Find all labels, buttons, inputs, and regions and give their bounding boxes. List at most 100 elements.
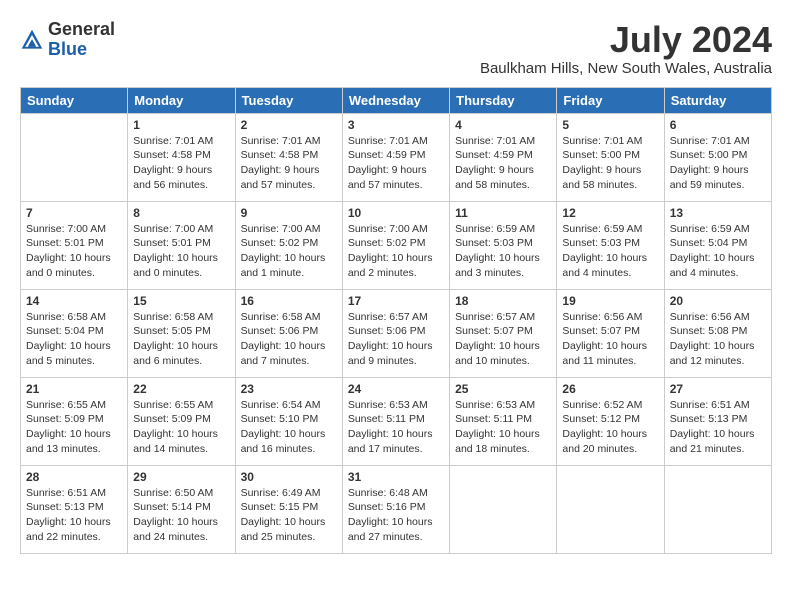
sunrise-label: Sunrise: 7:01 AM [241, 135, 321, 147]
sunrise-label: Sunrise: 6:48 AM [348, 487, 428, 499]
table-row: 20Sunrise: 6:56 AMSunset: 5:08 PMDayligh… [664, 289, 771, 377]
table-row: 13Sunrise: 6:59 AMSunset: 5:04 PMDayligh… [664, 201, 771, 289]
col-wednesday: Wednesday [342, 87, 449, 113]
sunrise-label: Sunrise: 7:01 AM [133, 135, 213, 147]
sunset-label: Sunset: 5:08 PM [670, 325, 748, 337]
day-info: Sunrise: 7:00 AMSunset: 5:02 PMDaylight:… [348, 222, 444, 281]
logo-icon [20, 28, 44, 52]
sunrise-label: Sunrise: 6:50 AM [133, 487, 213, 499]
table-row: 30Sunrise: 6:49 AMSunset: 5:15 PMDayligh… [235, 465, 342, 553]
calendar-week-1: 1Sunrise: 7:01 AMSunset: 4:58 PMDaylight… [21, 113, 772, 201]
table-row: 8Sunrise: 7:00 AMSunset: 5:01 PMDaylight… [128, 201, 235, 289]
day-number: 14 [26, 294, 122, 308]
day-info: Sunrise: 6:58 AMSunset: 5:04 PMDaylight:… [26, 310, 122, 369]
day-number: 12 [562, 206, 658, 220]
daylight-label: Daylight: 10 hours and 0 minutes. [26, 252, 111, 279]
daylight-label: Daylight: 10 hours and 27 minutes. [348, 516, 433, 543]
sunset-label: Sunset: 5:13 PM [26, 501, 104, 513]
sunset-label: Sunset: 5:16 PM [348, 501, 426, 513]
sunset-label: Sunset: 5:06 PM [348, 325, 426, 337]
day-number: 4 [455, 118, 551, 132]
sunset-label: Sunset: 5:03 PM [455, 237, 533, 249]
table-row: 16Sunrise: 6:58 AMSunset: 5:06 PMDayligh… [235, 289, 342, 377]
sunset-label: Sunset: 4:59 PM [348, 149, 426, 161]
col-tuesday: Tuesday [235, 87, 342, 113]
calendar-table: Sunday Monday Tuesday Wednesday Thursday… [20, 87, 772, 554]
day-number: 25 [455, 382, 551, 396]
day-number: 2 [241, 118, 337, 132]
table-row [557, 465, 664, 553]
daylight-label: Daylight: 10 hours and 6 minutes. [133, 340, 218, 367]
table-row: 1Sunrise: 7:01 AMSunset: 4:58 PMDaylight… [128, 113, 235, 201]
daylight-label: Daylight: 10 hours and 4 minutes. [670, 252, 755, 279]
daylight-label: Daylight: 10 hours and 1 minute. [241, 252, 326, 279]
daylight-label: Daylight: 10 hours and 21 minutes. [670, 428, 755, 455]
daylight-label: Daylight: 9 hours and 57 minutes. [348, 164, 427, 191]
sunset-label: Sunset: 5:01 PM [133, 237, 211, 249]
col-sunday: Sunday [21, 87, 128, 113]
table-row: 19Sunrise: 6:56 AMSunset: 5:07 PMDayligh… [557, 289, 664, 377]
sunrise-label: Sunrise: 7:01 AM [670, 135, 750, 147]
sunset-label: Sunset: 5:07 PM [455, 325, 533, 337]
calendar-header-row: Sunday Monday Tuesday Wednesday Thursday… [21, 87, 772, 113]
daylight-label: Daylight: 10 hours and 25 minutes. [241, 516, 326, 543]
table-row [450, 465, 557, 553]
day-info: Sunrise: 7:01 AMSunset: 4:59 PMDaylight:… [455, 134, 551, 193]
col-saturday: Saturday [664, 87, 771, 113]
day-info: Sunrise: 7:00 AMSunset: 5:02 PMDaylight:… [241, 222, 337, 281]
daylight-label: Daylight: 10 hours and 10 minutes. [455, 340, 540, 367]
day-number: 31 [348, 470, 444, 484]
col-thursday: Thursday [450, 87, 557, 113]
sunrise-label: Sunrise: 6:59 AM [562, 223, 642, 235]
day-info: Sunrise: 6:59 AMSunset: 5:03 PMDaylight:… [455, 222, 551, 281]
sunset-label: Sunset: 5:02 PM [348, 237, 426, 249]
daylight-label: Daylight: 10 hours and 9 minutes. [348, 340, 433, 367]
day-info: Sunrise: 6:57 AM Sunset: 5:06 PM Daylight:… [348, 310, 444, 369]
table-row: 24Sunrise: 6:53 AMSunset: 5:11 PMDayligh… [342, 377, 449, 465]
day-info: Sunrise: 6:51 AM Sunset: 5:13 PM Daylight:… [670, 398, 766, 457]
day-number: 24 [348, 382, 444, 396]
sunset-label: Sunset: 5:07 PM [562, 325, 640, 337]
day-info: Sunrise: 6:57 AMSunset: 5:07 PMDaylight:… [455, 310, 551, 369]
sunrise-label: Sunrise: 6:54 AM [241, 399, 321, 411]
table-row: 7Sunrise: 7:00 AMSunset: 5:01 PMDaylight… [21, 201, 128, 289]
daylight-label: Daylight: 10 hours and 13 minutes. [26, 428, 111, 455]
day-info: Sunrise: 6:55 AMSunset: 5:09 PMDaylight:… [26, 398, 122, 457]
table-row: 29Sunrise: 6:50 AMSunset: 5:14 PMDayligh… [128, 465, 235, 553]
day-number: 6 [670, 118, 766, 132]
sunrise-label: Sunrise: 6:51 AM [670, 399, 750, 411]
table-row: 23Sunrise: 6:54 AMSunset: 5:10 PMDayligh… [235, 377, 342, 465]
sunset-label: Sunset: 5:09 PM [133, 413, 211, 425]
daylight-label: Daylight: 10 hours and 12 minutes. [670, 340, 755, 367]
sunset-label: Sunset: 5:04 PM [26, 325, 104, 337]
sunrise-label: Sunrise: 6:58 AM [133, 311, 213, 323]
daylight-label: Daylight: 9 hours and 58 minutes. [562, 164, 641, 191]
sunrise-label: Sunrise: 7:01 AM [455, 135, 535, 147]
sunrise-label: Sunrise: 7:01 AM [562, 135, 642, 147]
sunrise-label: Sunrise: 6:57 AM [348, 311, 428, 323]
table-row: 2 Sunrise: 7:01 AMSunset: 4:58 PMDaylight… [235, 113, 342, 201]
sunset-label: Sunset: 5:13 PM [670, 413, 748, 425]
table-row: 31 Sunrise: 6:48 AM Sunset: 5:16 PM Dayligh… [342, 465, 449, 553]
day-info: Sunrise: 6:56 AMSunset: 5:08 PMDaylight:… [670, 310, 766, 369]
daylight-label: Daylight: 10 hours and 24 minutes. [133, 516, 218, 543]
col-monday: Monday [128, 87, 235, 113]
day-number: 7 [26, 206, 122, 220]
day-info: Sunrise: 7:01 AMSunset: 4:58 PMDaylight:… [241, 134, 337, 193]
table-row [664, 465, 771, 553]
table-row: 26Sunrise: 6:52 AMSunset: 5:12 PMDayligh… [557, 377, 664, 465]
logo-blue-text: Blue [48, 39, 87, 59]
table-row: 5Sunrise: 7:01 AMSunset: 5:00 PMDaylight… [557, 113, 664, 201]
logo: General Blue [20, 20, 115, 60]
sunset-label: Sunset: 5:09 PM [26, 413, 104, 425]
sunset-label: Sunset: 5:04 PM [670, 237, 748, 249]
sunrise-label: Sunrise: 6:49 AM [241, 487, 321, 499]
day-number: 26 [562, 382, 658, 396]
sunrise-label: Sunrise: 6:56 AM [562, 311, 642, 323]
month-year-title: July 2024 [480, 20, 772, 60]
daylight-label: Daylight: 10 hours and 2 minutes. [348, 252, 433, 279]
table-row: 21Sunrise: 6:55 AMSunset: 5:09 PMDayligh… [21, 377, 128, 465]
daylight-label: Daylight: 9 hours and 57 minutes. [241, 164, 320, 191]
sunset-label: Sunset: 5:11 PM [455, 413, 532, 425]
sunrise-label: Sunrise: 6:58 AM [26, 311, 106, 323]
